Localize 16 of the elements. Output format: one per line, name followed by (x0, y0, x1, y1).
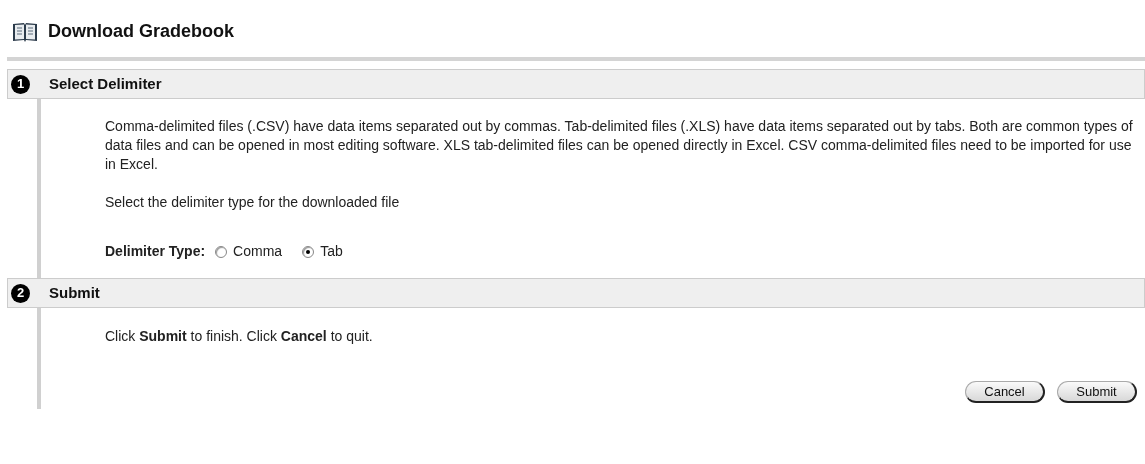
step-number: 2 (11, 283, 30, 303)
option-label: Tab (320, 242, 343, 261)
field-label: Delimiter Type: (105, 242, 206, 261)
prompt-text: Select the delimiter type for the downloaded file (105, 193, 401, 212)
step-number: 1 (11, 74, 30, 94)
action-button[interactable]: Cancel (965, 381, 1045, 403)
instructions-text: Click Submit to finish. Click Cancel to quit. (105, 327, 374, 346)
radio-button[interactable] (215, 245, 228, 258)
page-title: Download Gradebook (48, 20, 234, 43)
radio-button[interactable] (302, 245, 315, 258)
step-title: Select Delimiter (49, 73, 162, 94)
option-label: Comma (233, 242, 283, 261)
book-icon (12, 20, 38, 43)
step-title: Submit (49, 282, 100, 303)
description-text: Comma-delimited files (.CSV) have data items separated out by commas. Tab-delimited files (.XLS) have data items separated out by tabs. Both are common types of data files and can be opened in most editing software. XLS tab-delimited files can be opened directly in Excel. CSV comma-delimited files need to be imported for use in Excel. (105, 117, 1134, 174)
action-button[interactable]: Submit (1057, 381, 1137, 403)
